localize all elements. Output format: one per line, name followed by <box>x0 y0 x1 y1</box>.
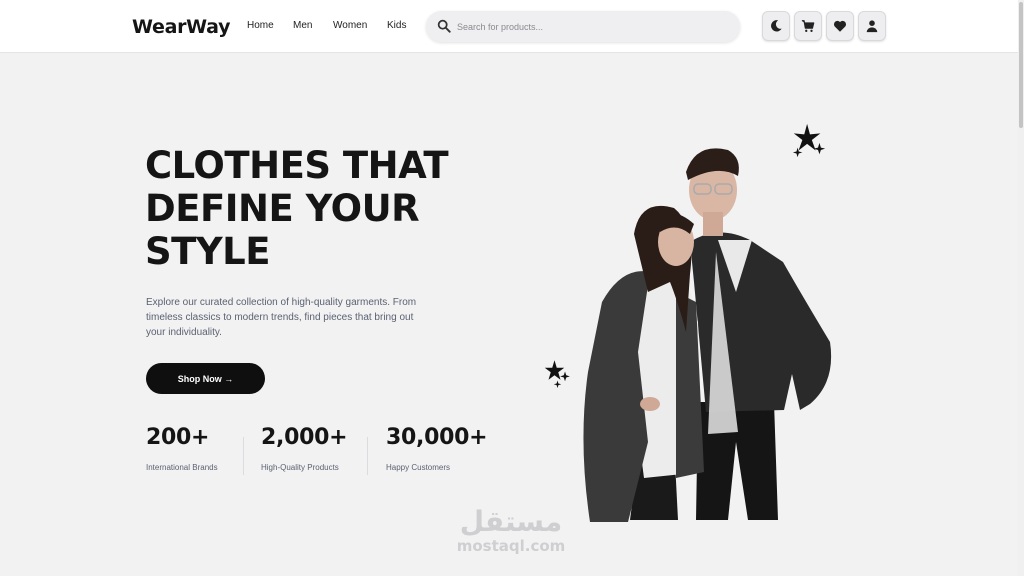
scrollbar-thumb[interactable] <box>1019 2 1023 128</box>
hero-title: CLOTHES THAT DEFINE YOUR STYLE <box>145 144 505 273</box>
stat-customers: 30,000+ Happy Customers <box>386 425 488 472</box>
theme-toggle-button[interactable] <box>762 11 790 41</box>
shop-now-button[interactable]: Shop Now → <box>146 363 265 394</box>
hero-title-line: CLOTHES THAT <box>145 144 449 187</box>
hero-title-line: DEFINE YOUR <box>145 187 420 230</box>
cart-button[interactable] <box>794 11 822 41</box>
cart-icon <box>801 20 815 32</box>
search-input[interactable] <box>457 17 727 36</box>
stat-label: International Brands <box>146 463 218 472</box>
nav-kids[interactable]: Kids <box>387 20 406 31</box>
logo[interactable]: WearWay <box>132 16 230 38</box>
page-scrollbar[interactable] <box>1018 0 1024 576</box>
stat-label: High-Quality Products <box>261 463 339 472</box>
moon-icon <box>771 20 782 32</box>
nav-home[interactable]: Home <box>247 20 274 31</box>
hero-description: Explore our curated collection of high-q… <box>146 297 417 338</box>
user-icon <box>866 20 878 33</box>
stat-label: Happy Customers <box>386 463 451 472</box>
account-button[interactable] <box>858 11 886 41</box>
stat-divider <box>243 437 244 475</box>
nav-men[interactable]: Men <box>293 20 312 31</box>
search-bar <box>426 11 740 42</box>
stat-divider <box>367 437 368 475</box>
nav-women[interactable]: Women <box>333 20 367 31</box>
search-icon[interactable] <box>437 19 451 33</box>
watermark-latin: mostaql.com <box>456 537 566 555</box>
site-header: WearWay Home Men Women Kids <box>0 0 1018 53</box>
stat-value: 2,000+ <box>261 425 348 450</box>
stat-value: 30,000+ <box>386 425 488 450</box>
stat-value: 200+ <box>146 425 210 450</box>
hero-title-line: STYLE <box>145 230 271 273</box>
wishlist-button[interactable] <box>826 11 854 41</box>
stat-products: 2,000+ High-Quality Products <box>261 425 348 472</box>
heart-icon <box>833 20 847 32</box>
sparkle-icon <box>544 360 570 388</box>
watermark-arabic: مستقل <box>459 505 563 538</box>
stat-brands: 200+ International Brands <box>146 425 218 472</box>
watermark: مستقل mostaql.com <box>446 505 576 555</box>
hero-model-photo <box>583 148 832 522</box>
